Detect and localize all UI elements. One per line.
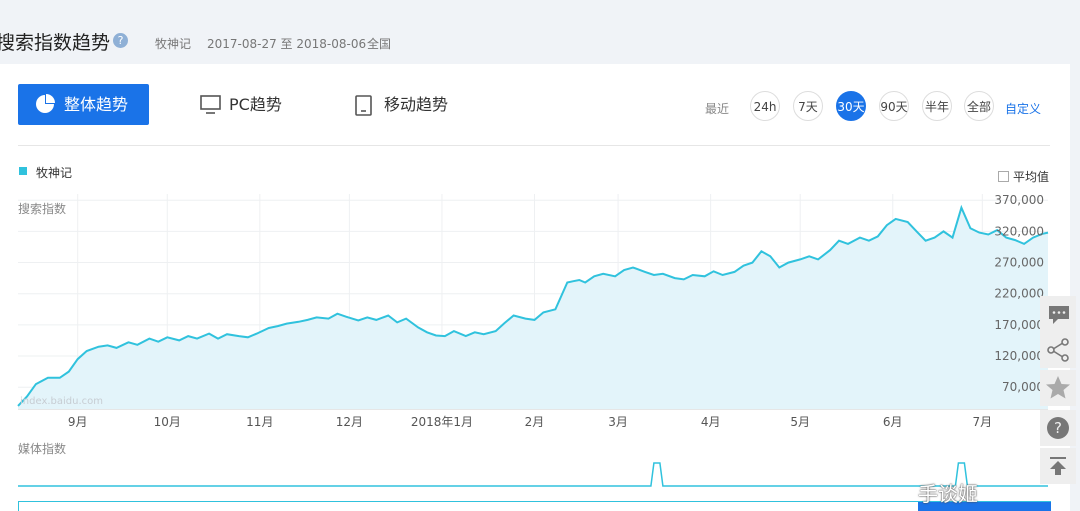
side-help[interactable]: ? <box>1040 410 1076 446</box>
search-index-chart: 370,000 320,000 270,000 220,000 170,000 120,0… <box>17 193 1049 429</box>
average-checkbox[interactable] <box>998 171 1009 182</box>
side-share[interactable] <box>1040 332 1076 368</box>
share-icon <box>1047 338 1069 362</box>
legend-series[interactable]: 牧神记 <box>36 164 72 181</box>
tab-label: 移动趋势 <box>384 95 449 114</box>
tab-overall-trend[interactable]: 整体趋势 <box>18 84 149 125</box>
media-index-chart <box>18 462 1048 487</box>
tab-mobile-trend[interactable]: 移动趋势 <box>355 84 465 125</box>
y-tick-label: 220,000 <box>994 287 1044 301</box>
y-tick-label: 70,000 <box>1002 380 1044 394</box>
x-tick-label: 7月 <box>972 415 992 429</box>
back-to-top-icon <box>1050 457 1066 475</box>
y-tick-label: 270,000 <box>994 256 1044 270</box>
x-tick-label: 5月 <box>790 415 810 429</box>
range-24h[interactable]: 24h <box>750 91 780 121</box>
star-icon <box>1046 376 1070 399</box>
divider <box>18 145 1050 146</box>
y-tick-label: 370,000 <box>994 193 1044 207</box>
x-tick-label: 11月 <box>246 415 273 429</box>
svg-text:?: ? <box>1054 419 1062 437</box>
side-favorite[interactable] <box>1040 370 1076 406</box>
monitor-icon <box>200 95 221 114</box>
chat-icon <box>1049 306 1069 324</box>
keyword-label: 牧神记 <box>155 37 192 51</box>
page-title: 搜索指数趋势 <box>0 32 111 54</box>
tab-label: PC趋势 <box>229 95 282 114</box>
x-tick-label: 6月 <box>883 415 903 429</box>
x-tick-label: 4月 <box>701 415 721 429</box>
range-selector[interactable] <box>18 501 1051 511</box>
header-bar: 搜索指数趋势 ? 牧神记 2017-08-27 至 2018-08-06 全国 <box>0 0 1080 64</box>
x-tick-label: 3月 <box>608 415 628 429</box>
range-90d[interactable]: 90天 <box>879 91 909 121</box>
series-area <box>18 207 1048 409</box>
side-back-to-top[interactable] <box>1040 448 1076 484</box>
x-tick-label: 9月 <box>68 415 88 429</box>
side-chat[interactable] <box>1040 296 1076 332</box>
y-tick-label: 320,000 <box>994 224 1044 238</box>
range-7d[interactable]: 7天 <box>793 91 823 121</box>
series-line <box>17 204 1049 407</box>
tab-pc-trend[interactable]: PC趋势 <box>200 84 300 125</box>
y-tick-label: 170,000 <box>994 318 1044 332</box>
chart-title-search: 搜索指数 <box>18 202 67 216</box>
region-label: 全国 <box>367 37 392 51</box>
x-tick-label: 10月 <box>154 415 181 429</box>
average-label[interactable]: 平均值 <box>1013 168 1049 185</box>
x-tick-label: 12月 <box>336 415 363 429</box>
custom-range-link[interactable]: 自定义 <box>1005 100 1041 117</box>
x-tick-label: 2018年1月 <box>411 415 473 429</box>
help-icon: ? <box>1047 417 1069 439</box>
site-watermark: index.baidu.com <box>20 396 103 407</box>
legend-swatch <box>19 167 27 175</box>
phone-icon <box>355 95 372 116</box>
date-range: 2017-08-27 至 2018-08-06 <box>207 37 367 51</box>
range-all[interactable]: 全部 <box>964 91 994 121</box>
watermark: 手谈姬 <box>918 482 978 506</box>
tab-label: 整体趋势 <box>64 95 129 114</box>
help-icon[interactable]: ? <box>113 33 128 48</box>
trend-panel: 整体趋势 PC趋势 移动趋势 最近 24h 7天 30天 90天 半年 全部 自… <box>0 64 1070 511</box>
media-line <box>18 462 1048 487</box>
range-label: 最近 <box>705 102 730 116</box>
range-30d[interactable]: 30天 <box>836 91 866 121</box>
y-tick-label: 120,000 <box>994 349 1044 363</box>
pie-icon <box>36 94 55 113</box>
range-half-year[interactable]: 半年 <box>922 91 952 121</box>
x-tick-label: 2月 <box>525 415 545 429</box>
